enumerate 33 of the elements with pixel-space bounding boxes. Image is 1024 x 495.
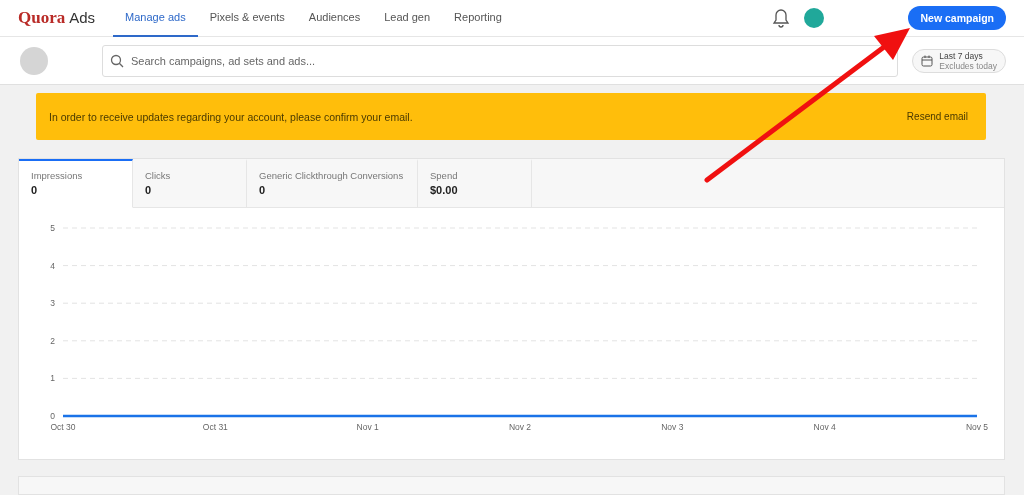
y-axis-label: 0 (50, 411, 55, 421)
y-axis-label: 3 (50, 298, 55, 309)
account-avatar[interactable] (20, 46, 48, 75)
nav-tab[interactable]: Audiences (296, 0, 373, 37)
logo-brand: Quora (18, 8, 66, 28)
search-field[interactable]: Search campaigns, ad sets and ads... (102, 44, 899, 77)
x-axis-label: Nov 2 (508, 422, 532, 432)
metric-tab[interactable]: Generic Clickthrough Conversions 0 (247, 159, 418, 208)
x-axis-label: Nov 3 (661, 422, 684, 432)
search-icon (110, 53, 124, 68)
x-axis-label: Oct 30 (50, 422, 76, 432)
metric-tab[interactable]: Impressions 0 (19, 159, 133, 208)
new-campaign-button[interactable]: New campaign (908, 6, 1006, 30)
date-range-button[interactable]: Last 7 days Excludes today (912, 48, 1006, 73)
y-axis-label: 1 (50, 373, 55, 384)
nav-tab[interactable]: Pixels & events (197, 0, 297, 37)
metric-tab[interactable]: Clicks 0 (133, 159, 247, 208)
metric-tab[interactable]: Spend $0.00 (418, 159, 532, 208)
logo-product: Ads (69, 9, 96, 26)
resend-email-link[interactable]: Resend email (906, 111, 968, 122)
notification-bell-icon[interactable] (772, 8, 791, 28)
nav-tab[interactable]: Lead gen (372, 0, 443, 37)
nav-tab[interactable]: Reporting (442, 0, 514, 37)
x-axis-label: Nov 1 (356, 422, 379, 432)
y-axis-label: 4 (50, 260, 55, 271)
banner-message: In order to receive updates regarding your account, please confirm your email. (49, 110, 413, 123)
x-axis-label: Nov 4 (813, 422, 836, 432)
y-axis-label: 5 (50, 223, 55, 233)
x-axis-label: Nov 5 (965, 422, 989, 432)
y-axis-label: 2 (50, 335, 55, 346)
calendar-icon (921, 54, 934, 67)
user-avatar[interactable] (804, 8, 825, 28)
x-axis-label: Oct 31 (202, 422, 228, 432)
